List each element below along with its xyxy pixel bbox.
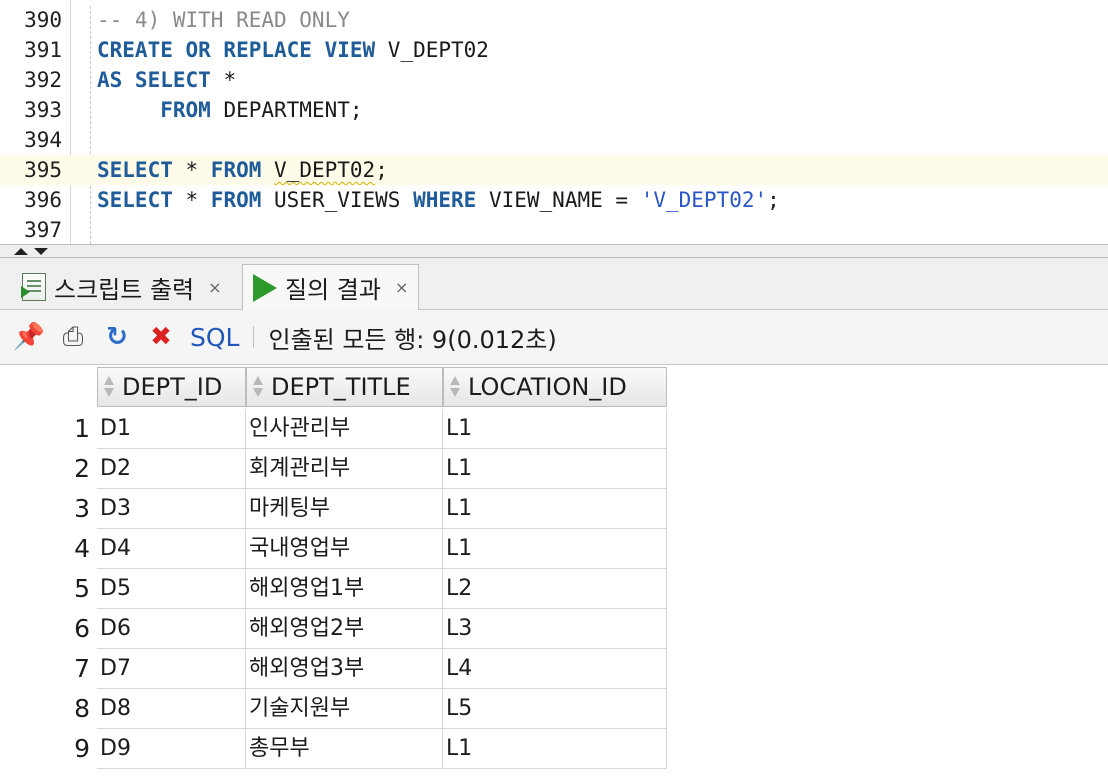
line-number: 395 (24, 158, 62, 182)
toolbar-separator (253, 326, 255, 348)
close-icon[interactable]: × (208, 278, 221, 297)
table-cell[interactable]: L3 (443, 609, 667, 649)
results-grid[interactable]: DEPT_ID DEPT_TITLE LOCATION_ID 1 D1 인사관리부 L… (0, 364, 1108, 781)
table-cell[interactable]: 마케팅부 (246, 489, 443, 529)
table-row[interactable]: 3 D3 마케팅부 L1 (0, 489, 668, 529)
table-cell[interactable]: L1 (443, 449, 667, 489)
table-row[interactable]: 6 D6 해외영업2부 L3 (0, 609, 668, 649)
row-number: 4 (74, 534, 90, 563)
play-icon (253, 273, 277, 302)
table-cell[interactable]: 인사관리부 (246, 409, 443, 449)
fetch-status: 인출된 모든 행: 9(0.012초) (268, 325, 557, 354)
column-header-location-id[interactable]: LOCATION_ID (443, 367, 667, 407)
table-cell[interactable]: D2 (97, 449, 246, 489)
table-cell[interactable]: D8 (97, 689, 246, 729)
row-number: 2 (74, 454, 90, 483)
sort-icon[interactable] (448, 375, 462, 399)
column-header-label: DEPT_ID (122, 373, 223, 401)
code-line[interactable]: 392 AS SELECT * (0, 65, 1108, 95)
code-text[interactable]: -- 4) WITH READ ONLY (97, 5, 350, 35)
table-cell[interactable]: L1 (443, 489, 667, 529)
table-cell[interactable]: 회계관리부 (246, 449, 443, 489)
sql-editor[interactable]: 390 -- 4) WITH READ ONLY 391 CREATE OR REPL… (0, 0, 1108, 244)
pin-icon[interactable]: 📌 (13, 322, 45, 352)
table-cell[interactable]: L1 (443, 409, 667, 449)
code-text[interactable]: SELECT * FROM USER_VIEWS WHERE VIEW_NAME… (97, 185, 780, 215)
table-row[interactable]: 9 D9 총무부 L1 (0, 729, 668, 769)
row-number: 9 (74, 734, 90, 763)
table-cell[interactable]: L1 (443, 529, 667, 569)
table-cell[interactable]: 국내영업부 (246, 529, 443, 569)
table-cell[interactable]: L4 (443, 649, 667, 689)
print-icon[interactable]: ⎙ (58, 322, 88, 352)
line-number: 392 (24, 68, 62, 92)
results-toolbar: 📌 ⎙ ↻ ✖ SQL 인출된 모든 행: 9(0.012초) (0, 310, 1108, 364)
code-line[interactable]: 393 FROM DEPARTMENT; (0, 95, 1108, 125)
code-line[interactable]: 390 -- 4) WITH READ ONLY (0, 5, 1108, 35)
table-cell[interactable]: L1 (443, 729, 667, 769)
tab-label: 스크립트 출력 (54, 275, 195, 304)
tab-script-output[interactable]: 스크립트 출력 × (12, 264, 232, 310)
table-row[interactable]: 7 D7 해외영업3부 L4 (0, 649, 668, 689)
row-number: 5 (74, 574, 90, 603)
line-number: 394 (24, 128, 62, 152)
table-row[interactable]: 4 D4 국내영업부 L1 (0, 529, 668, 569)
table-cell[interactable]: 해외영업3부 (246, 649, 443, 689)
refresh-icon[interactable]: ↻ (102, 322, 132, 352)
sql-button[interactable]: SQL (190, 323, 239, 352)
column-header-dept-title[interactable]: DEPT_TITLE (246, 367, 443, 407)
sort-icon[interactable] (251, 375, 265, 399)
table-cell[interactable]: D7 (97, 649, 246, 689)
code-text[interactable]: SELECT * FROM V_DEPT02; (97, 155, 388, 185)
results-tab-bar: 스크립트 출력 × 질의 결과 × (0, 258, 1108, 310)
code-text[interactable]: FROM DEPARTMENT; (97, 95, 362, 125)
table-cell[interactable]: 해외영업1부 (246, 569, 443, 609)
table-cell[interactable]: D9 (97, 729, 246, 769)
sort-icon[interactable] (102, 375, 116, 399)
table-cell[interactable]: D6 (97, 609, 246, 649)
table-cell[interactable]: D3 (97, 489, 246, 529)
row-number: 3 (74, 494, 90, 523)
row-number: 8 (74, 694, 90, 723)
column-header-label: LOCATION_ID (468, 373, 627, 401)
table-cell[interactable]: D1 (97, 409, 246, 449)
table-row[interactable]: 2 D2 회계관리부 L1 (0, 449, 668, 489)
code-line[interactable]: 394 (0, 125, 1108, 155)
table-cell[interactable]: 총무부 (246, 729, 443, 769)
panel-splitter[interactable] (0, 244, 1108, 258)
code-line[interactable]: 395 SELECT * FROM V_DEPT02; (0, 155, 1108, 185)
line-number: 390 (24, 8, 62, 32)
table-cell[interactable]: 기술지원부 (246, 689, 443, 729)
column-header-dept-id[interactable]: DEPT_ID (97, 367, 246, 407)
tab-label: 질의 결과 (285, 276, 381, 304)
table-cell[interactable]: L2 (443, 569, 667, 609)
line-number: 396 (24, 188, 62, 212)
table-row[interactable]: 8 D8 기술지원부 L5 (0, 689, 668, 729)
row-number: 6 (74, 614, 90, 643)
collapse-down-icon[interactable] (34, 248, 48, 255)
table-cell[interactable]: D4 (97, 529, 246, 569)
code-text[interactable]: CREATE OR REPLACE VIEW V_DEPT02 (97, 35, 489, 65)
delete-icon[interactable]: ✖ (146, 322, 176, 352)
code-line[interactable]: 397 (0, 215, 1108, 244)
table-row[interactable]: 1 D1 인사관리부 L1 (0, 409, 668, 449)
table-cell[interactable]: L5 (443, 689, 667, 729)
close-icon[interactable]: × (395, 278, 408, 297)
script-output-icon (21, 273, 46, 301)
row-number: 7 (74, 654, 90, 683)
column-header-label: DEPT_TITLE (271, 373, 411, 401)
code-text[interactable]: AS SELECT * (97, 65, 236, 95)
table-cell[interactable]: D5 (97, 569, 246, 609)
code-line[interactable]: 396 SELECT * FROM USER_VIEWS WHERE VIEW_N… (0, 185, 1108, 215)
code-line[interactable]: 391 CREATE OR REPLACE VIEW V_DEPT02 (0, 35, 1108, 65)
line-number: 397 (24, 218, 62, 242)
table-cell[interactable]: 해외영업2부 (246, 609, 443, 649)
tab-query-result[interactable]: 질의 결과 × (242, 264, 420, 310)
collapse-up-icon[interactable] (14, 248, 28, 255)
line-number: 393 (24, 98, 62, 122)
line-number: 391 (24, 38, 62, 62)
row-number: 1 (74, 414, 90, 443)
table-row[interactable]: 5 D5 해외영업1부 L2 (0, 569, 668, 609)
